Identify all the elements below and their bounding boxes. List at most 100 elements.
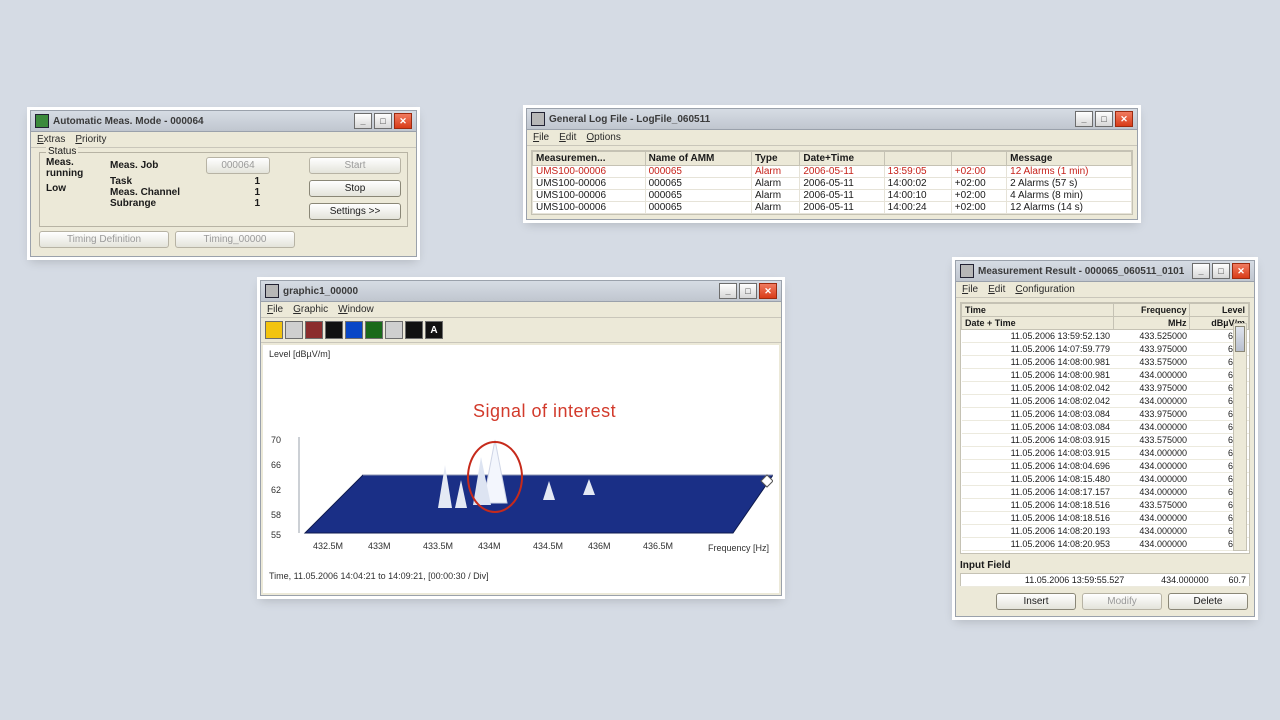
log-menu-edit[interactable]: Edit bbox=[559, 132, 576, 143]
table-cell: 433.575000 bbox=[1113, 499, 1190, 512]
table-row[interactable]: 11.05.2006 14:08:17.157434.00000060.7 bbox=[962, 486, 1249, 499]
table-cell: +02:00 bbox=[951, 178, 1006, 190]
table-row[interactable]: 11.05.2006 14:08:03.915433.57500062.1 bbox=[962, 434, 1249, 447]
log-col-header[interactable] bbox=[951, 152, 1006, 166]
log-minimize-button[interactable]: _ bbox=[1075, 111, 1093, 127]
log-col-header[interactable] bbox=[884, 152, 951, 166]
graphic-menu-file[interactable]: File bbox=[267, 304, 283, 315]
input-cell[interactable]: 11.05.2006 13:59:55.527 bbox=[961, 574, 1128, 587]
toolbar-btn-7[interactable] bbox=[385, 321, 403, 339]
result-col-header-top[interactable]: Level bbox=[1190, 304, 1249, 317]
graphic-minimize-button[interactable]: _ bbox=[719, 283, 737, 299]
settings-button[interactable]: Settings >> bbox=[309, 203, 401, 220]
auto-titlebar[interactable]: Automatic Meas. Mode - 000064 _ □ ✕ bbox=[31, 111, 416, 132]
table-row[interactable]: 11.05.2006 14:08:18.516434.00000060.3 bbox=[962, 512, 1249, 525]
table-row[interactable]: 11.05.2006 14:08:20.193434.00000061.4 bbox=[962, 525, 1249, 538]
table-row[interactable]: 11.05.2006 14:08:18.516433.57500060.6 bbox=[962, 499, 1249, 512]
result-col-header-top[interactable]: Time bbox=[962, 304, 1114, 317]
table-row[interactable]: 11.05.2006 14:08:04.696434.00000060.4 bbox=[962, 460, 1249, 473]
maximize-button[interactable]: □ bbox=[374, 113, 392, 129]
result-menu-edit[interactable]: Edit bbox=[988, 284, 1005, 295]
toolbar-btn-A[interactable]: A bbox=[425, 321, 443, 339]
table-row[interactable]: UMS100-00006000065Alarm2006-05-1114:00:0… bbox=[533, 178, 1132, 190]
table-row[interactable]: 11.05.2006 14:08:03.915434.00000062.0 bbox=[962, 447, 1249, 460]
result-table[interactable]: TimeFrequencyLevel Date + TimeMHzdBµV/m … bbox=[961, 303, 1249, 554]
minimize-button[interactable]: _ bbox=[354, 113, 372, 129]
stop-button[interactable]: Stop bbox=[309, 180, 401, 197]
log-titlebar[interactable]: General Log File - LogFile_060511 _ □ ✕ bbox=[527, 109, 1137, 130]
table-row[interactable]: 11.05.2006 14:07:59.779433.97500060.6 bbox=[962, 343, 1249, 356]
auto-title: Automatic Meas. Mode - 000064 bbox=[53, 116, 352, 127]
table-row[interactable]: 11.05.2006 13:59:52.130433.52500060.5 bbox=[962, 330, 1249, 343]
table-cell: 000065 bbox=[645, 190, 751, 202]
menu-priority[interactable]: Priority bbox=[75, 134, 106, 145]
result-minimize-button[interactable]: _ bbox=[1192, 263, 1210, 279]
result-scroll-thumb[interactable] bbox=[1235, 326, 1245, 352]
result-input-row[interactable]: 11.05.2006 13:59:55.527434.00000060.7 bbox=[961, 574, 1250, 587]
toolbar-btn-8[interactable] bbox=[405, 321, 423, 339]
table-row[interactable]: 11.05.2006 14:08:00.981433.57500061.7 bbox=[962, 356, 1249, 369]
log-close-button[interactable]: ✕ bbox=[1115, 111, 1133, 127]
result-menu-file[interactable]: File bbox=[962, 284, 978, 295]
table-row[interactable]: 11.05.2006 14:08:02.042434.00000062.1 bbox=[962, 395, 1249, 408]
table-row[interactable]: 11.05.2006 14:08:03.084433.97500061.5 bbox=[962, 408, 1249, 421]
channel-value: 1 bbox=[200, 187, 260, 198]
close-button[interactable]: ✕ bbox=[394, 113, 412, 129]
graphic-maximize-button[interactable]: □ bbox=[739, 283, 757, 299]
toolbar-btn-1[interactable] bbox=[265, 321, 283, 339]
auto-left-low: Low bbox=[46, 183, 102, 194]
auto-status-leftcol: Meas. running Low bbox=[46, 157, 102, 220]
toolbar-btn-4[interactable] bbox=[325, 321, 343, 339]
log-menu-file[interactable]: File bbox=[533, 132, 549, 143]
graphic-menubar: File Graphic Window bbox=[261, 302, 781, 318]
toolbar-btn-5[interactable] bbox=[345, 321, 363, 339]
toolbar-btn-3[interactable] bbox=[305, 321, 323, 339]
table-row[interactable]: 11.05.2006 14:08:15.480434.00000061.1 bbox=[962, 473, 1249, 486]
table-row[interactable]: 11.05.2006 14:08:02.042433.97500061.3 bbox=[962, 382, 1249, 395]
log-col-header[interactable]: Measuremen... bbox=[533, 152, 646, 166]
log-col-header[interactable]: Type bbox=[751, 152, 799, 166]
delete-button[interactable]: Delete bbox=[1168, 593, 1248, 610]
table-cell: 2006-05-11 bbox=[800, 166, 884, 178]
table-row[interactable]: 11.05.2006 14:08:20.953434.00000060.7 bbox=[962, 538, 1249, 551]
table-cell: 14:00:24 bbox=[884, 202, 951, 214]
result-scrollbar[interactable] bbox=[1233, 323, 1247, 551]
graphic-plot-area[interactable]: Level [dBµV/m] 70 66 62 58 55 Signal bbox=[263, 345, 779, 593]
input-cell[interactable]: 434.000000 bbox=[1127, 574, 1211, 587]
table-row[interactable]: 11.05.2006 14:08:00.981434.00000062.0 bbox=[962, 369, 1249, 382]
table-row[interactable]: 11.05.2006 14:08:03.084434.00000063.1 bbox=[962, 421, 1249, 434]
menu-extras[interactable]: EExtrasxtras bbox=[37, 134, 65, 145]
toolbar-btn-2[interactable] bbox=[285, 321, 303, 339]
insert-button[interactable]: Insert bbox=[996, 593, 1076, 610]
toolbar-btn-6[interactable] bbox=[365, 321, 383, 339]
result-titlebar[interactable]: Measurement Result - 000065_060511_0101 … bbox=[956, 261, 1254, 282]
result-close-button[interactable]: ✕ bbox=[1232, 263, 1250, 279]
table-row[interactable]: UMS100-00006000065Alarm2006-05-1114:00:2… bbox=[533, 202, 1132, 214]
table-row[interactable]: UMS100-00006000065Alarm2006-05-1113:59:0… bbox=[533, 166, 1132, 178]
log-col-header[interactable]: Name of AMM bbox=[645, 152, 751, 166]
graphic-close-button[interactable]: ✕ bbox=[759, 283, 777, 299]
graphic-menu-graphic[interactable]: Graphic bbox=[293, 304, 328, 315]
table-row[interactable]: UMS100-00006000065Alarm2006-05-1114:00:1… bbox=[533, 190, 1132, 202]
log-menu-options[interactable]: Options bbox=[586, 132, 620, 143]
auto-left-running: running bbox=[46, 168, 102, 179]
result-col-header-top[interactable]: Frequency bbox=[1113, 304, 1190, 317]
plot-time-range: Time, 11.05.2006 14:04:21 to 14:09:21, [… bbox=[269, 571, 489, 581]
table-row[interactable]: 11.05.2006 14:08:21.674434.00000060.2 bbox=[962, 551, 1249, 555]
log-col-header[interactable]: Message bbox=[1007, 152, 1132, 166]
input-cell[interactable]: 60.7 bbox=[1212, 574, 1250, 587]
log-col-header[interactable]: Date+Time bbox=[800, 152, 884, 166]
graphic-titlebar[interactable]: graphic1_00000 _ □ ✕ bbox=[261, 281, 781, 302]
table-cell: 433.575000 bbox=[1113, 434, 1190, 447]
modify-button[interactable]: Modify bbox=[1082, 593, 1162, 610]
log-table[interactable]: Measuremen...Name of AMMTypeDate+Time Mes… bbox=[532, 151, 1132, 214]
result-maximize-button[interactable]: □ bbox=[1212, 263, 1230, 279]
start-button[interactable]: Start bbox=[309, 157, 401, 174]
timing-val-button: Timing_00000 bbox=[175, 231, 295, 248]
result-menu-configuration[interactable]: Configuration bbox=[1015, 284, 1075, 295]
log-maximize-button[interactable]: □ bbox=[1095, 111, 1113, 127]
table-cell: 11.05.2006 14:08:03.084 bbox=[962, 408, 1114, 421]
plot-xtick-2: 433.5M bbox=[423, 541, 453, 551]
graphic-menu-window[interactable]: Window bbox=[338, 304, 374, 315]
table-cell: 2006-05-11 bbox=[800, 202, 884, 214]
